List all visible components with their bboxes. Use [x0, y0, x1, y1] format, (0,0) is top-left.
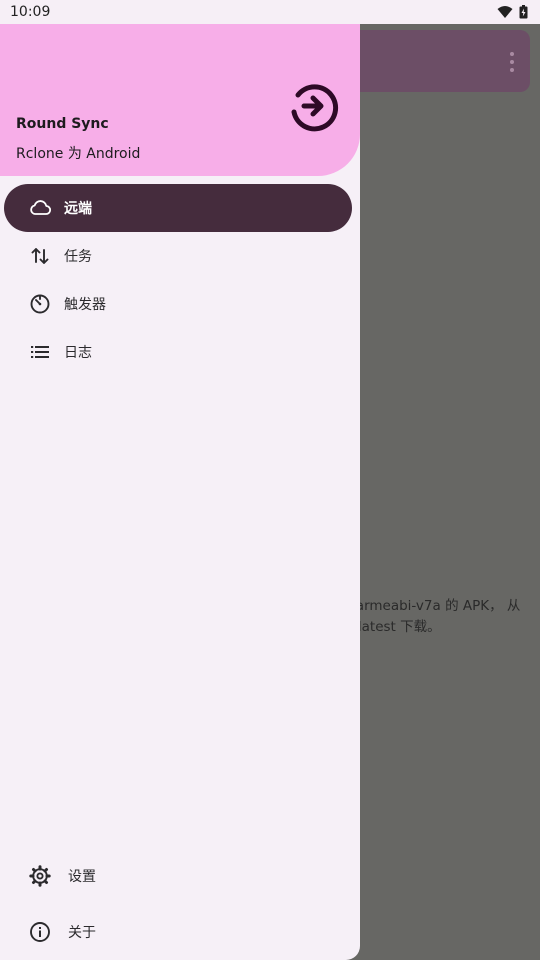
swap-vert-icon [28, 244, 52, 268]
nav-item-label: 任务 [64, 249, 92, 265]
nav-item-label: 关于 [68, 925, 96, 941]
sync-circle-arrow-icon [284, 78, 340, 134]
nav-item-about[interactable]: 关于 [0, 908, 360, 956]
app-subtitle: Rclone 为 Android [16, 146, 141, 162]
background-app-bar [350, 30, 530, 92]
nav-item-label: 日志 [64, 345, 92, 361]
nav-item-remotes[interactable]: 远端 [4, 184, 352, 232]
list-icon [28, 340, 52, 364]
nav-item-label: 触发器 [64, 297, 106, 313]
background-message: 式 armeabi-v7a 的 APK， 从 es/latest 下载。 [338, 596, 538, 638]
background-message-line: es/latest 下载。 [338, 619, 441, 635]
wifi-icon [497, 5, 513, 19]
drawer-nav: 远端 任务 触发器 日志 [0, 184, 360, 376]
nav-item-triggers[interactable]: 触发器 [4, 280, 352, 328]
status-icons [497, 5, 528, 19]
nav-item-settings[interactable]: 设置 [0, 852, 360, 900]
app-name: Round Sync [16, 116, 109, 132]
nav-item-logs[interactable]: 日志 [4, 328, 352, 376]
battery-icon [519, 5, 528, 19]
status-time: 10:09 [10, 4, 51, 20]
screen: 10:09 式 armeabi-v7a 的 APK， 从 es/latest 下… [0, 0, 540, 960]
more-vert-icon[interactable] [510, 52, 514, 72]
gear-icon [28, 864, 52, 888]
nav-item-label: 远端 [64, 201, 92, 217]
cloud-icon [28, 196, 52, 220]
nav-item-tasks[interactable]: 任务 [4, 232, 352, 280]
navigation-drawer: Round Sync Rclone 为 Android 远端 任务 触发器 日志… [0, 24, 360, 960]
drawer-header: Round Sync Rclone 为 Android [0, 24, 360, 176]
nav-item-label: 设置 [68, 869, 96, 885]
status-bar: 10:09 [0, 0, 540, 24]
timer-icon [28, 292, 52, 316]
background-message-line: 式 armeabi-v7a 的 APK， 从 [338, 598, 521, 614]
info-icon [28, 920, 52, 944]
